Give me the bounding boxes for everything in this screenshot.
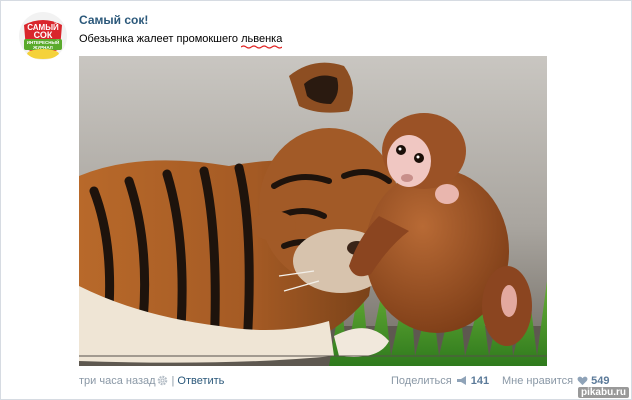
spellcheck-underline bbox=[241, 45, 283, 49]
post-text-prefix: Обезьянка жалеет промокшего bbox=[79, 33, 242, 45]
misspelled-word-text: львенка bbox=[241, 33, 283, 45]
megaphone-icon bbox=[456, 376, 466, 385]
post-footer-left: три часа назад | Ответить bbox=[79, 375, 224, 387]
author-name-link[interactable]: Самый сок! bbox=[79, 13, 148, 27]
like-button[interactable]: Мне нравится 549 bbox=[502, 375, 609, 387]
post-text: Обезьянка жалеет промокшего львенка bbox=[79, 33, 283, 49]
logo-text-2: СОК bbox=[34, 30, 53, 40]
community-avatar[interactable]: САМЫЙ СОК ИНТЕРЕСНЫЙ ЖУРНАЛ bbox=[18, 11, 68, 61]
reply-link[interactable]: Ответить bbox=[177, 375, 224, 387]
footer-separator: | bbox=[171, 375, 175, 387]
heart-icon bbox=[577, 376, 588, 386]
post-photo[interactable] bbox=[79, 56, 547, 366]
share-button[interactable]: Поделиться 141 bbox=[391, 375, 489, 387]
misspelled-word: львенка bbox=[241, 33, 283, 49]
gear-icon[interactable] bbox=[157, 375, 168, 386]
logo-text-3: ИНТЕРЕСНЫЙ bbox=[27, 38, 59, 45]
logo-text-4: ЖУРНАЛ bbox=[32, 45, 53, 50]
pikabu-watermark: pikabu.ru bbox=[577, 387, 629, 398]
post-time-link[interactable]: три часа назад bbox=[79, 375, 156, 387]
wall-post: САМЫЙ СОК ИНТЕРЕСНЫЙ ЖУРНАЛ Самый сок! О… bbox=[0, 0, 632, 400]
like-label: Мне нравится bbox=[502, 375, 574, 387]
share-count: 141 bbox=[470, 375, 490, 387]
like-count: 549 bbox=[591, 375, 610, 387]
share-label: Поделиться bbox=[391, 375, 452, 387]
